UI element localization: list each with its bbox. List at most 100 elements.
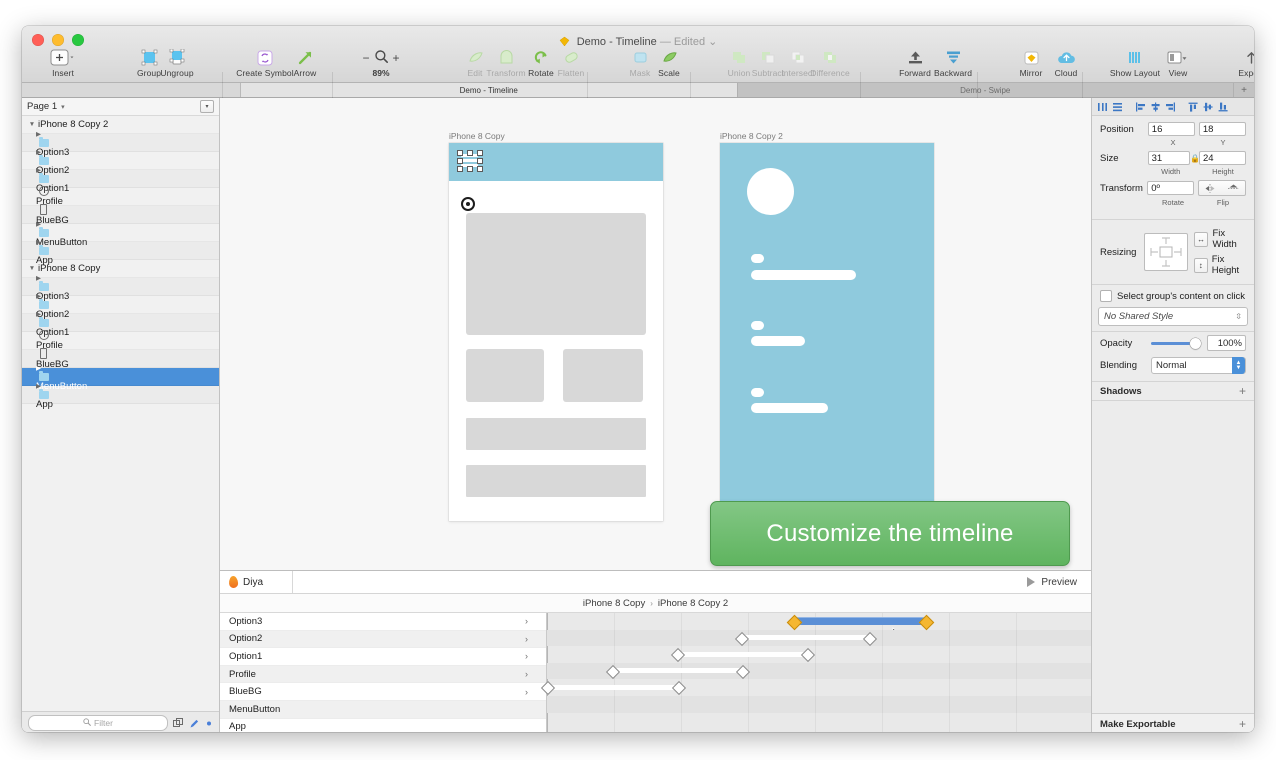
fix-width-option[interactable]: ↔ Fix Width	[1193, 228, 1246, 250]
document-title-text: Demo - Timeline	[576, 36, 657, 48]
opacity-slider-knob[interactable]	[1190, 337, 1201, 349]
size-width-input[interactable]: 31	[1147, 151, 1190, 165]
toolbar-scale[interactable]: Scale	[642, 48, 696, 78]
align-bottom-icon[interactable]	[1216, 100, 1231, 114]
opacity-slider[interactable]	[1151, 337, 1201, 349]
timeline-track-lane[interactable]	[547, 696, 1091, 713]
timeline-track-lane[interactable]	[547, 713, 1091, 730]
page-options-button[interactable]: ▾	[200, 100, 214, 113]
toolbar-export[interactable]: Export	[1224, 48, 1254, 78]
chevron-right-icon[interactable]: ›	[525, 634, 528, 644]
flip-horizontal-icon[interactable]	[1199, 181, 1222, 195]
window-controls[interactable]	[32, 34, 84, 46]
zoom-button[interactable]	[72, 34, 84, 46]
fix-width-label: Fix Width	[1212, 228, 1237, 250]
timeline-row-option3[interactable]: Option3 ›	[220, 613, 546, 631]
timeline-row-app[interactable]: App	[220, 719, 546, 732]
artboard-label-1[interactable]: iPhone 8 Copy	[449, 131, 505, 141]
timeline-track-names[interactable]: Option3 › Option2 › Option1 › Profile › BlueBG › M…	[220, 613, 547, 732]
timeline-track-lane[interactable]	[547, 646, 1091, 663]
flip-vertical-icon[interactable]	[1222, 181, 1245, 195]
view-icon	[1151, 48, 1205, 67]
timeline-keyframe-bar[interactable]	[547, 684, 678, 690]
pencil-icon[interactable]	[189, 718, 200, 729]
timeline-tracks[interactable]	[540, 613, 1091, 732]
timeline-keyframe-bar[interactable]	[793, 617, 925, 625]
toolbar-ungroup[interactable]: Ungroup	[150, 48, 204, 78]
timeline-row-menubutton[interactable]: MenuButton	[220, 700, 546, 719]
align-center-icon[interactable]	[1148, 100, 1163, 114]
timeline-keyframe-bar[interactable]	[612, 668, 742, 674]
zoom-control[interactable]: − + 89%	[350, 48, 412, 78]
chevron-right-icon[interactable]: ›	[525, 687, 528, 697]
title-chevron-icon[interactable]: ⌄	[708, 36, 717, 48]
toolbar-arrow[interactable]: Arrow	[278, 48, 332, 78]
align-top-icon[interactable]	[1186, 100, 1201, 114]
preview-label: Preview	[1041, 576, 1077, 588]
tab-demo-timeline[interactable]: Demo - Timeline	[241, 83, 738, 97]
preview-button[interactable]: Preview	[1027, 577, 1091, 588]
align-right-icon[interactable]	[1163, 100, 1178, 114]
distribute-horizontal-icon[interactable]	[1095, 100, 1110, 114]
timeline-row-option1[interactable]: Option1 ›	[220, 648, 546, 666]
chevron-right-icon[interactable]: ›	[525, 669, 528, 679]
close-button[interactable]	[32, 34, 44, 46]
lock-icon[interactable]: 🔒	[1190, 154, 1200, 163]
align-middle-icon[interactable]	[1201, 100, 1216, 114]
position-y-input[interactable]: 18	[1198, 122, 1246, 136]
align-left-icon[interactable]	[1133, 100, 1148, 114]
timeline-row-bluebg[interactable]: BlueBG ›	[220, 683, 546, 701]
blending-select[interactable]: Normal ▲ ▼	[1151, 357, 1246, 374]
toolbar-insert[interactable]: Insert	[36, 48, 90, 78]
zoom-out-button[interactable]: −	[362, 51, 369, 65]
onboarding-tooltip[interactable]: Customize the timeline	[710, 501, 1070, 566]
add-export-button[interactable]: +	[1239, 717, 1246, 731]
toolbar-difference[interactable]: Difference	[803, 48, 857, 78]
timeline-keyframe-bar[interactable]	[741, 635, 869, 641]
page-selector[interactable]: Page 1 ▾ ▾	[22, 98, 219, 116]
toolbar-view[interactable]: View	[1151, 48, 1205, 78]
resizing-anchor-control[interactable]	[1143, 233, 1188, 271]
distribute-vertical-icon[interactable]	[1110, 100, 1125, 114]
toolbar-cloud[interactable]: Cloud	[1039, 48, 1093, 78]
settings-icon[interactable]	[205, 718, 213, 729]
select-group-row[interactable]: Select group's content on click	[1092, 285, 1254, 307]
canvas-area[interactable]: iPhone 8 Copy iPhone 8 Copy 2 Customize …	[220, 98, 1091, 732]
rotate-input[interactable]: 0º	[1147, 181, 1194, 195]
artboard-label-2[interactable]: iPhone 8 Copy 2	[720, 131, 783, 141]
layer-row-app[interactable]: ▶ App	[22, 239, 219, 266]
filter-input[interactable]: Filter	[28, 715, 168, 731]
layer-row-app[interactable]: ▶ App	[22, 383, 219, 410]
position-x-input[interactable]: 16	[1147, 122, 1195, 136]
toolbar-items: Insert Group Ungroup Create Symbol Arrow…	[22, 48, 1254, 98]
toolbar-backward[interactable]: Backward	[926, 48, 980, 78]
duplicate-icon[interactable]	[173, 717, 184, 729]
minimize-button[interactable]	[52, 34, 64, 46]
new-tab-button[interactable]: +	[1234, 83, 1254, 97]
breadcrumb-item-2[interactable]: iPhone 8 Copy 2	[658, 598, 728, 609]
breadcrumb-item-1[interactable]: iPhone 8 Copy	[583, 598, 645, 609]
fix-height-option[interactable]: ↕ Fix Height	[1193, 254, 1246, 276]
select-group-checkbox[interactable]	[1100, 290, 1112, 302]
timeline-keyframe-bar[interactable]	[677, 651, 807, 657]
toolbar-flatten[interactable]: Flatten	[544, 48, 598, 78]
opacity-value[interactable]: 100%	[1207, 335, 1246, 351]
chevron-right-icon[interactable]: ›	[525, 651, 528, 661]
flip-buttons[interactable]	[1197, 180, 1246, 196]
layer-list[interactable]: ▼ iPhone 8 Copy 2 ▶ Option3 ▶ Option2 ▶ Option1…	[22, 116, 219, 711]
blending-stepper-icon[interactable]: ▲ ▼	[1232, 357, 1245, 374]
shared-style-select[interactable]: No Shared Style ⇳	[1098, 307, 1248, 326]
artboard-iphone8-copy-2[interactable]	[720, 143, 934, 503]
add-shadow-button[interactable]: +	[1239, 384, 1246, 398]
size-height-input[interactable]: 24	[1198, 151, 1246, 165]
inspector-spacer	[1092, 401, 1254, 713]
tab-demo-swipe[interactable]: Demo - Swipe	[737, 83, 1234, 97]
zoom-in-button[interactable]: +	[393, 51, 400, 65]
artboard-iphone8-copy[interactable]	[449, 143, 663, 521]
inspector-panel: Position 16 18 X Y Size 31 🔒 24 Width He…	[1091, 98, 1254, 732]
chevron-right-icon[interactable]: ›	[525, 616, 528, 626]
align-toolbar[interactable]	[1092, 98, 1254, 116]
timeline-row-profile[interactable]: Profile ›	[220, 665, 546, 684]
timeline-brand[interactable]: Diya	[220, 571, 293, 593]
timeline-row-option2[interactable]: Option2 ›	[220, 630, 546, 649]
